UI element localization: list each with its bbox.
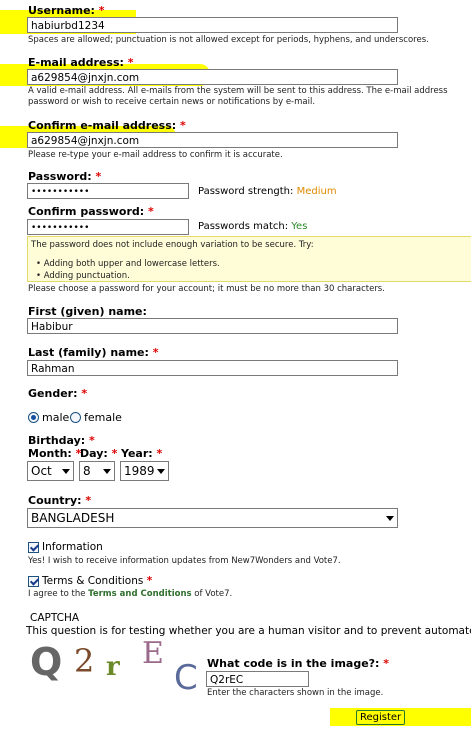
- captcha-char: 2: [74, 642, 95, 680]
- gender-female-radio[interactable]: [70, 412, 81, 423]
- password-note: Please choose a password for your accoun…: [28, 284, 385, 294]
- password-suggestion-item: • Adding both upper and lowercase letter…: [36, 259, 220, 269]
- captcha-char: r: [106, 652, 120, 682]
- password-input[interactable]: •••••••••••: [27, 183, 189, 199]
- gender-male-label[interactable]: male: [42, 411, 69, 424]
- first-name-label: First (given) name:: [28, 305, 147, 318]
- captcha-question-label: What code is in the image?: *: [207, 657, 390, 670]
- gender-female-label[interactable]: female: [84, 411, 122, 424]
- password-suggestions-intro: The password does not include enough var…: [31, 240, 314, 250]
- confirm-email-description: Please re-type your e-mail address to co…: [28, 150, 283, 160]
- password-match: Passwords match: Yes: [198, 221, 308, 232]
- country-label: Country: *: [28, 494, 92, 507]
- captcha-char: Q: [30, 640, 63, 684]
- chevron-down-icon: [62, 469, 70, 474]
- day-select[interactable]: 8: [79, 461, 115, 481]
- terms-label[interactable]: Terms & Conditions *: [42, 575, 152, 587]
- last-name-label: Last (family) name: *: [28, 346, 159, 359]
- email-input[interactable]: a629854@jnxjn.com: [27, 69, 398, 85]
- email-label: E-mail address: *: [28, 56, 134, 69]
- chevron-down-icon: [157, 469, 165, 474]
- register-button[interactable]: Register: [356, 710, 406, 725]
- captcha-description: This question is for testing whether you…: [26, 625, 471, 637]
- information-checkbox[interactable]: [28, 542, 39, 553]
- country-select[interactable]: BANGLADESH: [27, 508, 398, 528]
- day-label: Day: *: [80, 447, 118, 460]
- last-name-input[interactable]: Rahman: [27, 360, 398, 376]
- first-name-input[interactable]: Habibur: [27, 318, 398, 334]
- password-strength: Password strength: Medium: [198, 186, 337, 197]
- captcha-char: C: [174, 658, 198, 698]
- username-label: Username: *: [28, 4, 105, 17]
- confirm-password-input[interactable]: •••••••••••: [27, 219, 189, 235]
- terms-link[interactable]: Terms and Conditions: [88, 589, 191, 599]
- year-label: Year: *: [121, 447, 163, 460]
- month-select[interactable]: Oct: [27, 461, 74, 481]
- confirm-email-input[interactable]: a629854@jnxjn.com: [27, 132, 398, 148]
- confirm-password-label: Confirm password: *: [28, 205, 154, 218]
- month-label: Month: *: [28, 447, 82, 460]
- year-select[interactable]: 1989: [120, 461, 169, 481]
- password-suggestion-item: • Adding punctuation.: [36, 271, 130, 281]
- captcha-image: Q 2 r E C: [26, 636, 206, 700]
- captcha-answer-input[interactable]: Q2rEC: [206, 671, 309, 687]
- chevron-down-icon: [103, 469, 111, 474]
- terms-description: I agree to the Terms and Conditions of V…: [28, 589, 233, 599]
- username-input[interactable]: habiurbd1234: [27, 17, 398, 33]
- password-suggestions-box: The password does not include enough var…: [27, 236, 471, 282]
- confirm-email-label: Confirm e-mail address: *: [28, 119, 186, 132]
- captcha-title: CAPTCHA: [30, 612, 80, 624]
- information-description: Yes! I wish to receive information updat…: [28, 556, 341, 566]
- password-label: Password: *: [28, 170, 102, 183]
- username-description: Spaces are allowed; punctuation is not a…: [28, 35, 429, 45]
- gender-label: Gender: *: [28, 387, 88, 400]
- gender-male-radio[interactable]: [28, 412, 39, 423]
- captcha-hint: Enter the characters shown in the image.: [207, 688, 384, 698]
- birthday-label: Birthday: *: [28, 434, 95, 447]
- information-label[interactable]: Information: [42, 541, 103, 553]
- terms-checkbox[interactable]: [28, 576, 39, 587]
- chevron-down-icon: [386, 516, 394, 521]
- email-description: A valid e-mail address. All e-mails from…: [28, 86, 448, 107]
- captcha-char: E: [142, 636, 164, 671]
